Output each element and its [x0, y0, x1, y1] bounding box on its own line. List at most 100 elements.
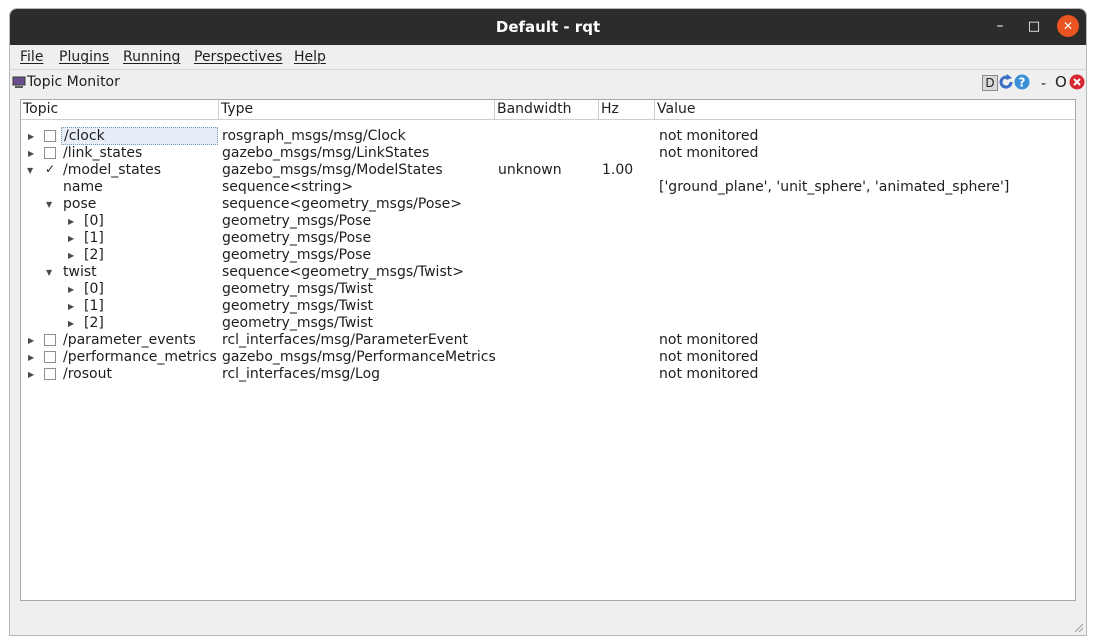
value-cell: not monitored: [659, 366, 759, 382]
col-type[interactable]: Type: [221, 101, 253, 117]
type-cell: geometry_msgs/Twist: [222, 281, 374, 297]
monitor-checkbox[interactable]: [44, 147, 56, 159]
type-cell: gazebo_msgs/msg/ModelStates: [222, 162, 443, 178]
table-row[interactable]: ▶ [0] geometry_msgs/Pose: [21, 213, 1075, 230]
type-cell: sequence<geometry_msgs/Pose>: [222, 196, 463, 212]
table-header: Topic Type Bandwidth Hz Value: [21, 100, 1075, 120]
topic-cell: /clock: [61, 127, 218, 145]
menu-file[interactable]: File: [20, 49, 43, 65]
app-window: Default - rqt – □ ✕ File Plugins Running…: [9, 8, 1087, 636]
table-row[interactable]: ▶ [0] geometry_msgs/Twist: [21, 281, 1075, 298]
type-cell: gazebo_msgs/msg/PerformanceMetrics: [222, 349, 496, 365]
topic-cell: /model_states: [63, 162, 162, 178]
close-button[interactable]: ✕: [1057, 15, 1079, 37]
expand-arrow-icon[interactable]: ▶: [68, 247, 74, 264]
table-row[interactable]: ▶ [2] geometry_msgs/Twist: [21, 315, 1075, 332]
dock-icon: D: [985, 76, 995, 90]
monitor-checkbox[interactable]: [44, 334, 56, 346]
plugin-title-bar: Topic Monitor D ? - O: [10, 69, 1086, 96]
collapse-arrow-icon[interactable]: ▼: [46, 264, 52, 281]
col-topic[interactable]: Topic: [23, 101, 58, 117]
table-row[interactable]: ▶ /link_states gazebo_msgs/msg/LinkState…: [21, 145, 1075, 162]
topic-cell: /link_states: [63, 145, 143, 161]
table-row[interactable]: ▼ twist sequence<geometry_msgs/Twist>: [21, 264, 1075, 281]
hz-cell: 1.00: [602, 162, 634, 178]
type-cell: geometry_msgs/Pose: [222, 247, 372, 263]
table-row[interactable]: ▶ /parameter_events rcl_interfaces/msg/P…: [21, 332, 1075, 349]
expand-arrow-icon[interactable]: ▶: [68, 315, 74, 332]
table-row[interactable]: ▶ [2] geometry_msgs/Pose: [21, 247, 1075, 264]
minimize-icon: –: [996, 18, 1004, 34]
maximize-button[interactable]: □: [1023, 15, 1045, 37]
topic-monitor-icon: [12, 76, 26, 88]
expand-arrow-icon[interactable]: ▶: [28, 128, 34, 145]
title-bar[interactable]: Default - rqt – □ ✕: [10, 9, 1086, 45]
menu-bar: File Plugins Running Perspectives Help: [10, 45, 1086, 69]
table-row[interactable]: ▼ ✓ /model_states gazebo_msgs/msg/ModelS…: [21, 162, 1075, 179]
expand-arrow-icon[interactable]: ▶: [28, 332, 34, 349]
table-row[interactable]: ▼ pose sequence<geometry_msgs/Pose>: [21, 196, 1075, 213]
dock-button[interactable]: D: [982, 75, 998, 91]
table-row[interactable]: ▶ [1] geometry_msgs/Pose: [21, 230, 1075, 247]
svg-text:?: ?: [1019, 76, 1026, 90]
type-cell: sequence<geometry_msgs/Twist>: [222, 264, 464, 280]
type-cell: rcl_interfaces/msg/Log: [222, 366, 381, 382]
expand-arrow-icon[interactable]: ▶: [68, 230, 74, 247]
table-row[interactable]: ▶ /rosout rcl_interfaces/msg/Log not mon…: [21, 366, 1075, 383]
expand-arrow-icon[interactable]: ▶: [28, 349, 34, 366]
table-row[interactable]: name sequence<string> ['ground_plane', '…: [21, 179, 1075, 196]
type-cell: gazebo_msgs/msg/LinkStates: [222, 145, 430, 161]
col-hz[interactable]: Hz: [601, 101, 619, 117]
float-panel-button[interactable]: O: [1055, 73, 1067, 91]
table-row[interactable]: ▶ /performance_metrics gazebo_msgs/msg/P…: [21, 349, 1075, 366]
topic-cell: /parameter_events: [63, 332, 196, 348]
collapse-arrow-icon[interactable]: ▼: [27, 162, 33, 179]
expand-arrow-icon[interactable]: ▶: [28, 366, 34, 383]
col-value[interactable]: Value: [657, 101, 695, 117]
topic-cell: pose: [63, 196, 97, 212]
expand-arrow-icon[interactable]: ▶: [68, 281, 74, 298]
type-cell: geometry_msgs/Twist: [222, 315, 374, 331]
topic-tree[interactable]: Topic Type Bandwidth Hz Value ▶ /clock r…: [20, 99, 1076, 601]
topic-cell: /rosout: [63, 366, 112, 382]
value-cell: not monitored: [659, 349, 759, 365]
type-cell: sequence<string>: [222, 179, 354, 195]
type-cell: geometry_msgs/Pose: [222, 230, 372, 246]
table-row[interactable]: ▶ /clock rosgraph_msgs/msg/Clock not mon…: [21, 127, 1075, 145]
close-icon: ✕: [1062, 19, 1074, 33]
menu-perspectives[interactable]: Perspectives: [194, 49, 282, 65]
monitor-checkbox[interactable]: [44, 351, 56, 363]
topic-cell: [2]: [84, 247, 104, 263]
topic-cell: [0]: [84, 281, 104, 297]
expand-arrow-icon[interactable]: ▶: [28, 145, 34, 162]
topic-cell: [1]: [84, 298, 104, 314]
type-cell: rcl_interfaces/msg/ParameterEvent: [222, 332, 468, 348]
menu-running[interactable]: Running: [123, 49, 180, 65]
monitor-checkbox[interactable]: [44, 130, 56, 142]
expand-arrow-icon[interactable]: ▶: [68, 298, 74, 315]
minimize-panel-icon[interactable]: -: [1041, 76, 1046, 92]
value-cell: not monitored: [659, 128, 759, 144]
collapse-arrow-icon[interactable]: ▼: [46, 196, 52, 213]
topic-cell: [1]: [84, 230, 104, 246]
type-cell: rosgraph_msgs/msg/Clock: [222, 128, 406, 144]
status-bar: [10, 609, 1086, 635]
topic-cell: name: [63, 179, 103, 195]
menu-help[interactable]: Help: [294, 49, 326, 65]
minimize-button[interactable]: –: [989, 15, 1011, 37]
type-cell: geometry_msgs/Twist: [222, 298, 374, 314]
menu-plugins[interactable]: Plugins: [59, 49, 109, 65]
col-bandwidth[interactable]: Bandwidth: [497, 101, 572, 117]
topic-cell: twist: [63, 264, 97, 280]
monitor-checkbox-checked[interactable]: ✓: [44, 163, 56, 176]
resize-grip-icon[interactable]: [1074, 623, 1084, 633]
reload-button[interactable]: [998, 74, 1014, 90]
close-panel-button[interactable]: [1069, 74, 1085, 90]
monitor-checkbox[interactable]: [44, 368, 56, 380]
maximize-icon: □: [1027, 18, 1041, 34]
topic-cell: [0]: [84, 213, 104, 229]
expand-arrow-icon[interactable]: ▶: [68, 213, 74, 230]
topic-cell: [2]: [84, 315, 104, 331]
table-row[interactable]: ▶ [1] geometry_msgs/Twist: [21, 298, 1075, 315]
help-button[interactable]: ?: [1014, 74, 1030, 90]
